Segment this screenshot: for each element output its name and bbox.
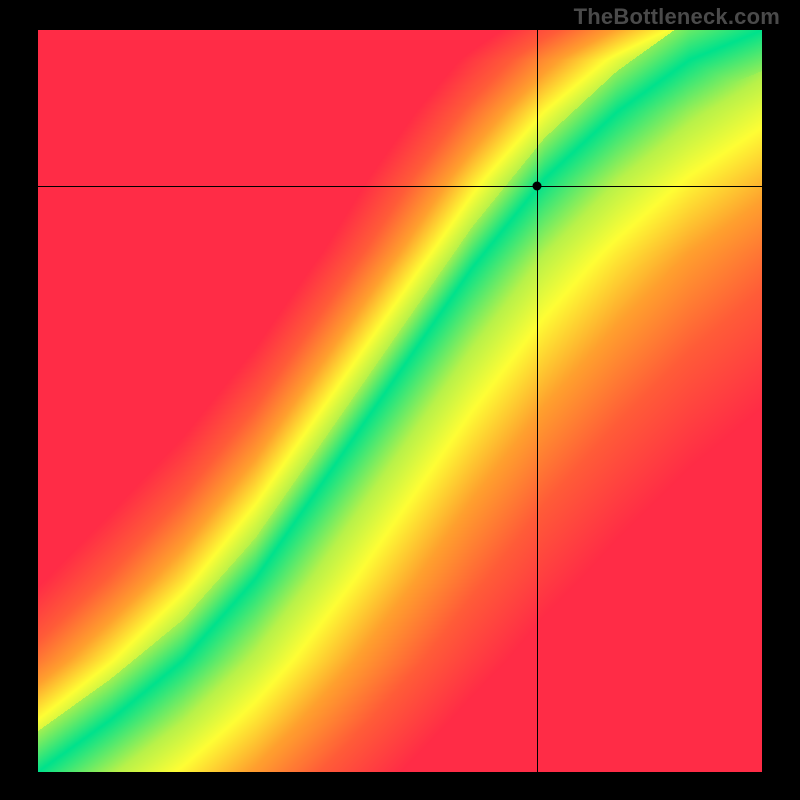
watermark-text: TheBottleneck.com [574, 4, 780, 30]
heatmap-plot-area [38, 30, 762, 772]
selected-point-marker[interactable] [532, 181, 541, 190]
crosshair-vertical [537, 30, 538, 772]
heatmap-canvas [38, 30, 762, 772]
crosshair-horizontal [38, 186, 762, 187]
